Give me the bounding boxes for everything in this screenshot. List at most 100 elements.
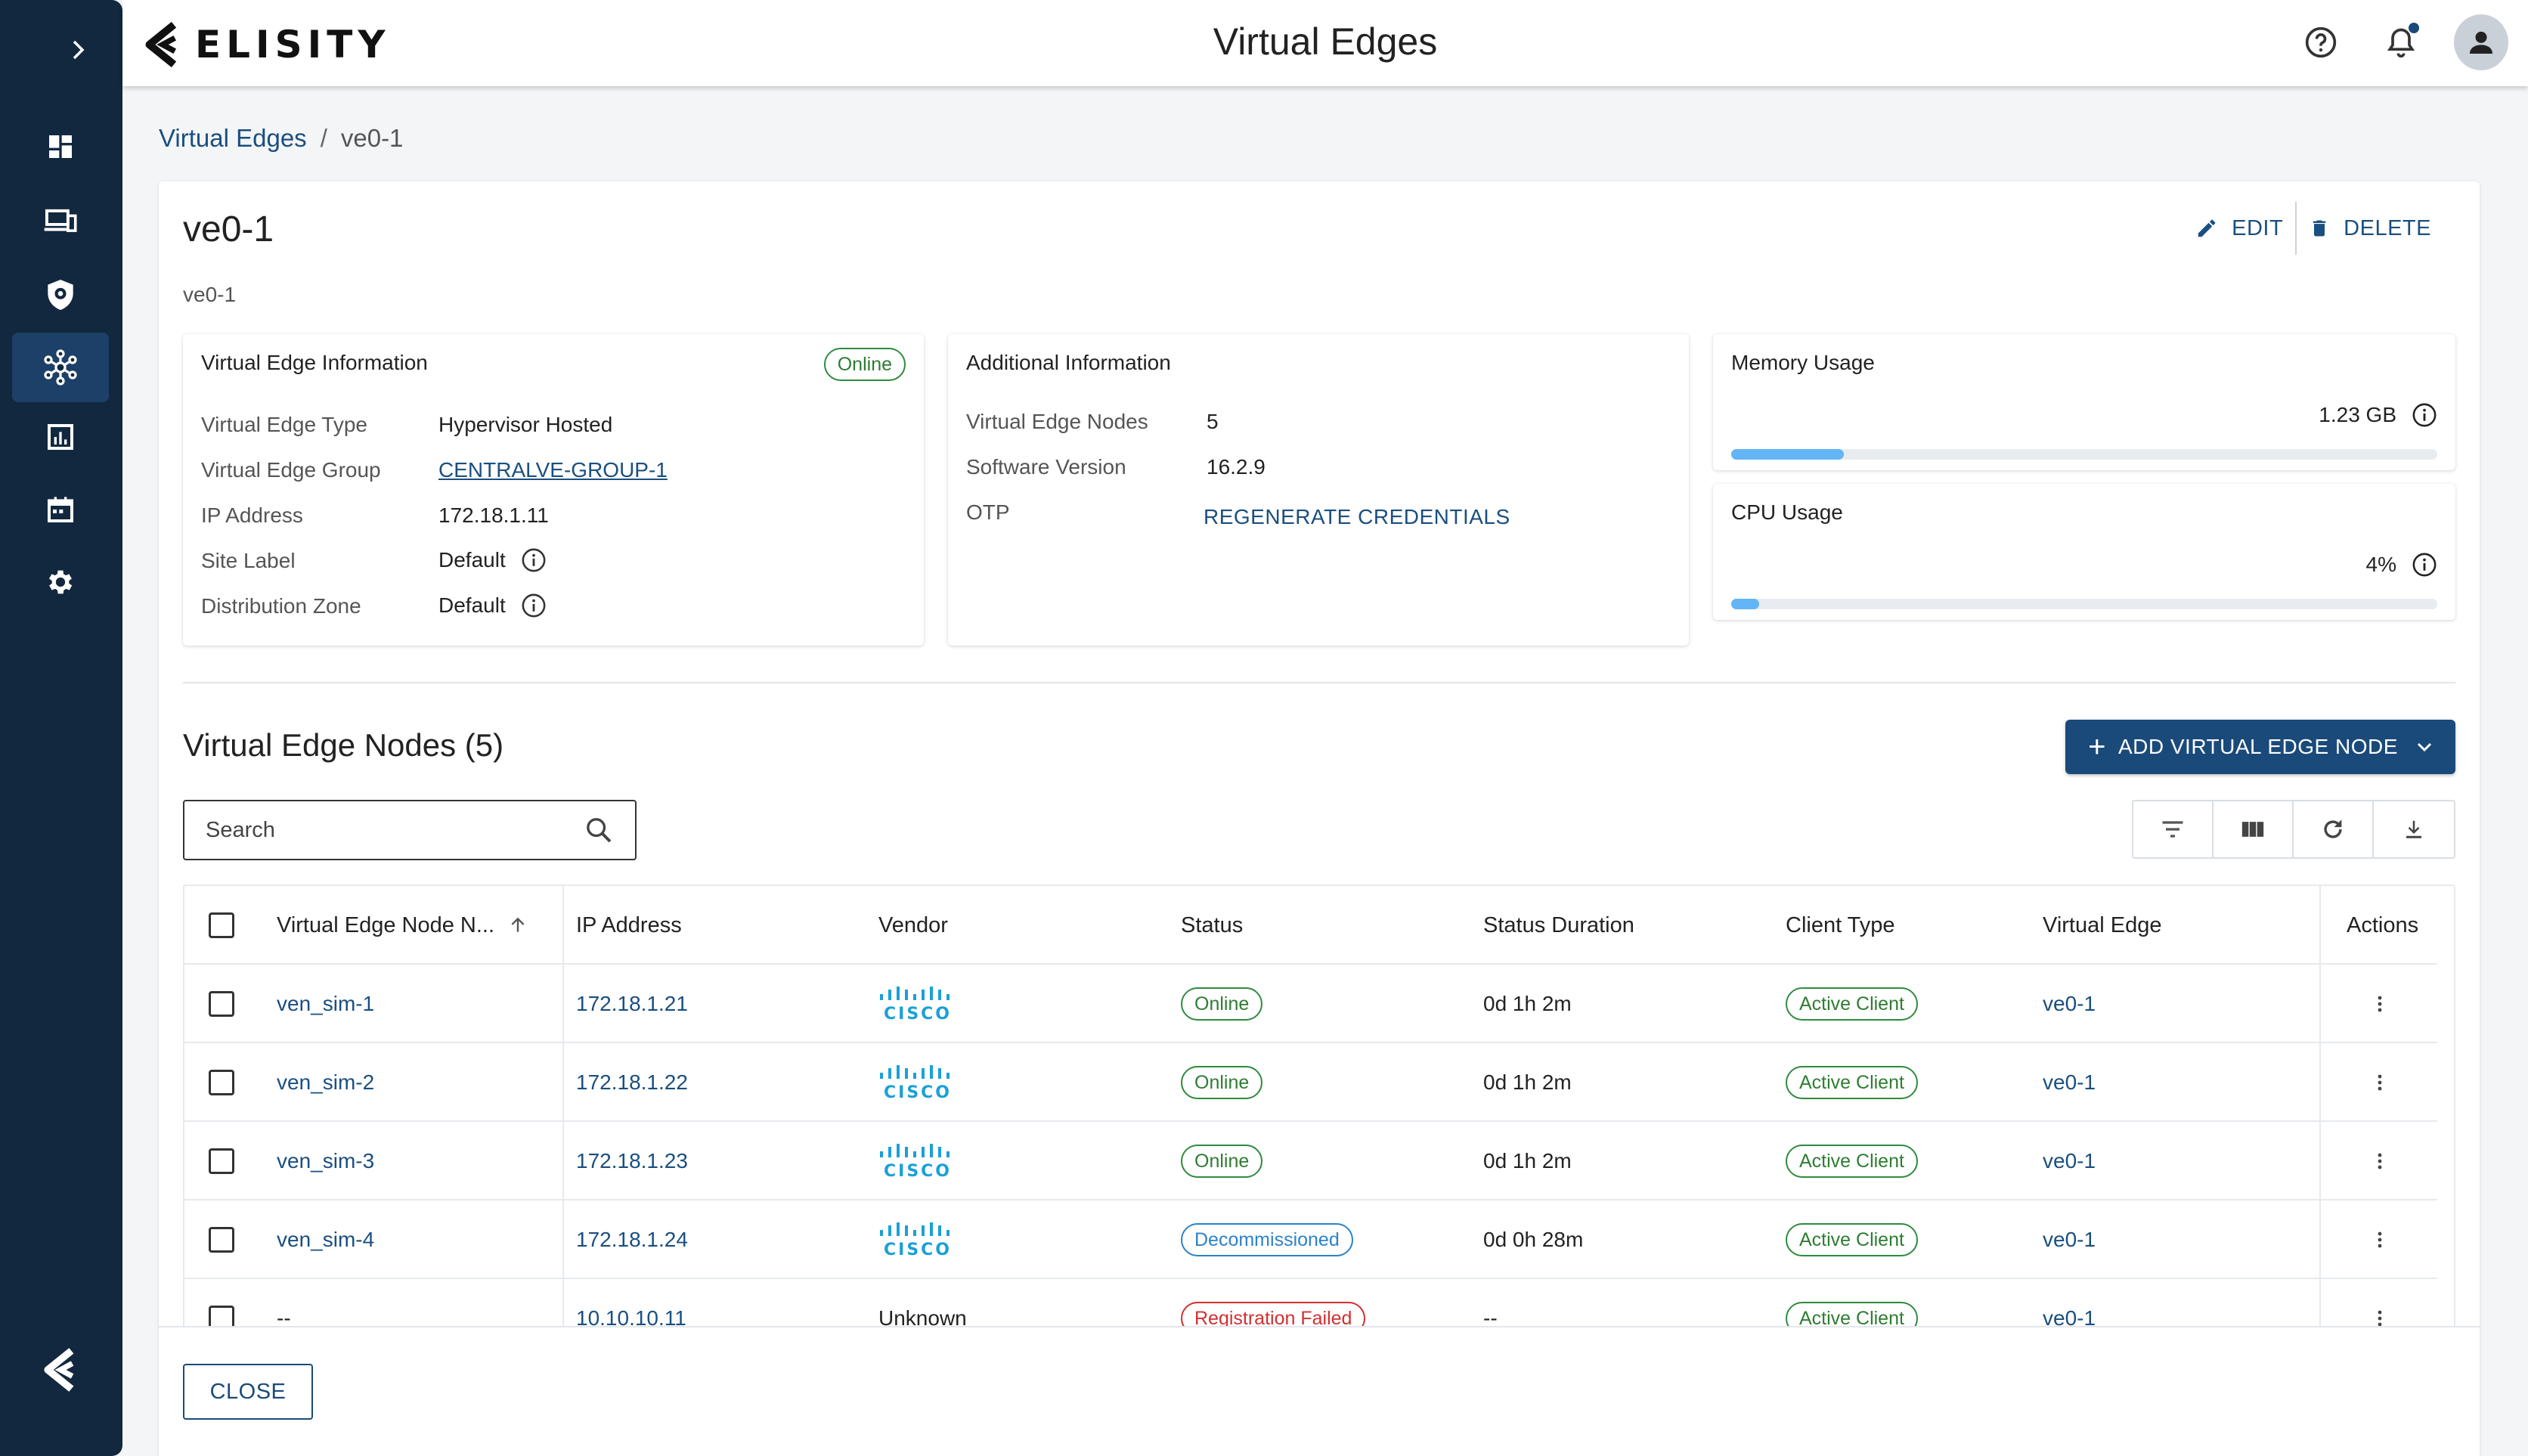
- status-badge: Online: [1181, 987, 1263, 1021]
- row-actions-button[interactable]: [2377, 965, 2383, 1043]
- section-divider: [183, 682, 2455, 683]
- node-name-link[interactable]: ven_sim-1: [277, 965, 374, 1043]
- info-icon[interactable]: [521, 593, 547, 618]
- sidebar-item-settings[interactable]: [12, 547, 109, 617]
- close-button[interactable]: CLOSE: [183, 1364, 313, 1420]
- table-row[interactable]: ven_sim-4 172.18.1.24 CISCO Decommission…: [184, 1200, 2437, 1279]
- row-checkbox[interactable]: [209, 991, 234, 1017]
- table-toolbar: [2132, 800, 2455, 859]
- site-value-row: Default: [438, 547, 547, 573]
- group-link[interactable]: CENTRALVE-GROUP-1: [438, 458, 668, 482]
- vendor-cell: CISCO: [878, 1043, 957, 1122]
- help-button[interactable]: [2294, 15, 2348, 70]
- row-actions-button[interactable]: [2377, 1200, 2383, 1279]
- virtual-edge-link[interactable]: ve0-1: [2043, 1200, 2096, 1279]
- info-icon[interactable]: [521, 547, 547, 573]
- delete-button[interactable]: DELETE: [2298, 216, 2442, 241]
- node-ip[interactable]: 172.18.1.24: [576, 1200, 688, 1279]
- chevron-down-icon: [2417, 742, 2431, 752]
- download-button[interactable]: [2374, 801, 2454, 857]
- user-menu-button[interactable]: [2454, 14, 2508, 70]
- virtual-edge-link[interactable]: ve0-1: [2043, 1122, 2096, 1200]
- column-header-name[interactable]: Virtual Edge Node N...: [277, 886, 528, 965]
- sidebar-item-calendar[interactable]: [12, 475, 109, 544]
- info-icon[interactable]: [2412, 402, 2437, 428]
- table-row[interactable]: ven_sim-2 172.18.1.22 CISCO Online 0d 1h…: [184, 1043, 2437, 1122]
- version-label: Software Version: [966, 455, 1126, 479]
- expand-sidebar-button[interactable]: [67, 36, 91, 64]
- row-actions-button[interactable]: [2377, 1043, 2383, 1122]
- columns-icon: [2241, 822, 2264, 837]
- add-virtual-edge-node-button[interactable]: + ADD VIRTUAL EDGE NODE: [2065, 720, 2455, 774]
- virtual-edge-link[interactable]: ve0-1: [2043, 965, 2096, 1043]
- node-ip[interactable]: 172.18.1.23: [576, 1122, 688, 1200]
- sidebar-item-analytics[interactable]: [12, 402, 109, 472]
- cpu-usage-fill: [1731, 599, 1760, 609]
- filter-icon: [2162, 821, 2183, 838]
- filter-button[interactable]: [2133, 801, 2214, 857]
- sidebar-item-security[interactable]: [12, 260, 109, 330]
- column-header-vendor[interactable]: Vendor: [878, 886, 948, 965]
- memory-usage-fill: [1731, 449, 1845, 460]
- card-title: Memory Usage: [1731, 351, 1875, 374]
- column-header-ip[interactable]: IP Address: [576, 886, 682, 965]
- node-name-link[interactable]: ven_sim-3: [277, 1122, 374, 1200]
- sidebar-item-devices[interactable]: [12, 186, 109, 256]
- search-field: [183, 800, 637, 860]
- more-vertical-icon: [2378, 996, 2382, 1012]
- dashboard-icon: [49, 135, 72, 158]
- edit-button[interactable]: EDIT: [2185, 216, 2294, 241]
- cpu-value: 4%: [2365, 553, 2396, 576]
- avatar: [2454, 14, 2508, 70]
- sidebar-item-dashboard[interactable]: [12, 112, 109, 181]
- columns-button[interactable]: [2214, 801, 2294, 857]
- node-ip[interactable]: 172.18.1.22: [576, 1043, 688, 1122]
- row-actions-button[interactable]: [2377, 1122, 2383, 1200]
- shield-icon: [48, 280, 73, 310]
- breadcrumb-virtual-edges[interactable]: Virtual Edges: [159, 124, 307, 153]
- card-title: Virtual Edge Information: [201, 351, 428, 374]
- info-icon[interactable]: [2412, 552, 2437, 578]
- analytics-icon: [48, 424, 73, 450]
- memory-usage-card: Memory Usage 1.23 GB: [1713, 334, 2455, 470]
- search-input[interactable]: [206, 817, 538, 843]
- column-header-status[interactable]: Status: [1181, 886, 1243, 965]
- zone-value-row: Default: [438, 593, 547, 618]
- cpu-usage-card: CPU Usage 4%: [1713, 484, 2455, 620]
- refresh-button[interactable]: [2294, 801, 2374, 857]
- more-vertical-icon: [2378, 1153, 2382, 1169]
- version-value: 16.2.9: [1207, 455, 1266, 479]
- network-hub-icon: [44, 349, 77, 386]
- virtual-edge-link[interactable]: ve0-1: [2043, 1043, 2096, 1122]
- row-checkbox[interactable]: [209, 1070, 234, 1095]
- table-row[interactable]: ven_sim-1 172.18.1.21 CISCO Online 0d 1h…: [184, 965, 2437, 1043]
- memory-usage-bar: [1731, 449, 2437, 460]
- sidebar-item-network[interactable]: [12, 333, 109, 402]
- sort-ascending-icon[interactable]: [508, 914, 528, 937]
- row-checkbox[interactable]: [209, 1148, 234, 1174]
- node-ip[interactable]: 172.18.1.21: [576, 965, 688, 1043]
- edit-label: EDIT: [2232, 215, 2284, 240]
- additional-info-card: Additional Information Virtual Edge Node…: [948, 334, 1689, 646]
- regenerate-credentials-button[interactable]: REGENERATE CREDENTIALS: [1204, 505, 1510, 529]
- nodes-label: Virtual Edge Nodes: [966, 410, 1148, 433]
- table-row[interactable]: ven_sim-3 172.18.1.23 CISCO Online 0d 1h…: [184, 1122, 2437, 1200]
- chevron-right-icon: [73, 40, 85, 60]
- column-header-status-duration[interactable]: Status Duration: [1483, 886, 1634, 965]
- memory-value-row: 1.23 GB: [2319, 402, 2437, 428]
- column-header-virtual-edge[interactable]: Virtual Edge: [2043, 886, 2161, 965]
- client-type-badge: Active Client: [1786, 987, 1918, 1021]
- row-checkbox[interactable]: [209, 1227, 234, 1253]
- search-icon[interactable]: [584, 815, 614, 845]
- node-name-link[interactable]: ven_sim-2: [277, 1043, 374, 1122]
- node-name-link[interactable]: ven_sim-4: [277, 1200, 374, 1279]
- nodes-value: 5: [1207, 410, 1219, 433]
- select-all-checkbox[interactable]: [209, 912, 234, 938]
- virtual-edge-detail-panel: ve0-1 ve0-1 EDIT DELETE Virtual Edge Inf…: [159, 181, 2480, 1456]
- user-icon: [2470, 31, 2492, 54]
- notifications-button[interactable]: [2374, 15, 2428, 70]
- column-header-client-type[interactable]: Client Type: [1786, 886, 1895, 965]
- card-title: Additional Information: [966, 351, 1171, 374]
- ip-label: IP Address: [201, 503, 303, 527]
- more-vertical-icon: [2378, 1310, 2382, 1327]
